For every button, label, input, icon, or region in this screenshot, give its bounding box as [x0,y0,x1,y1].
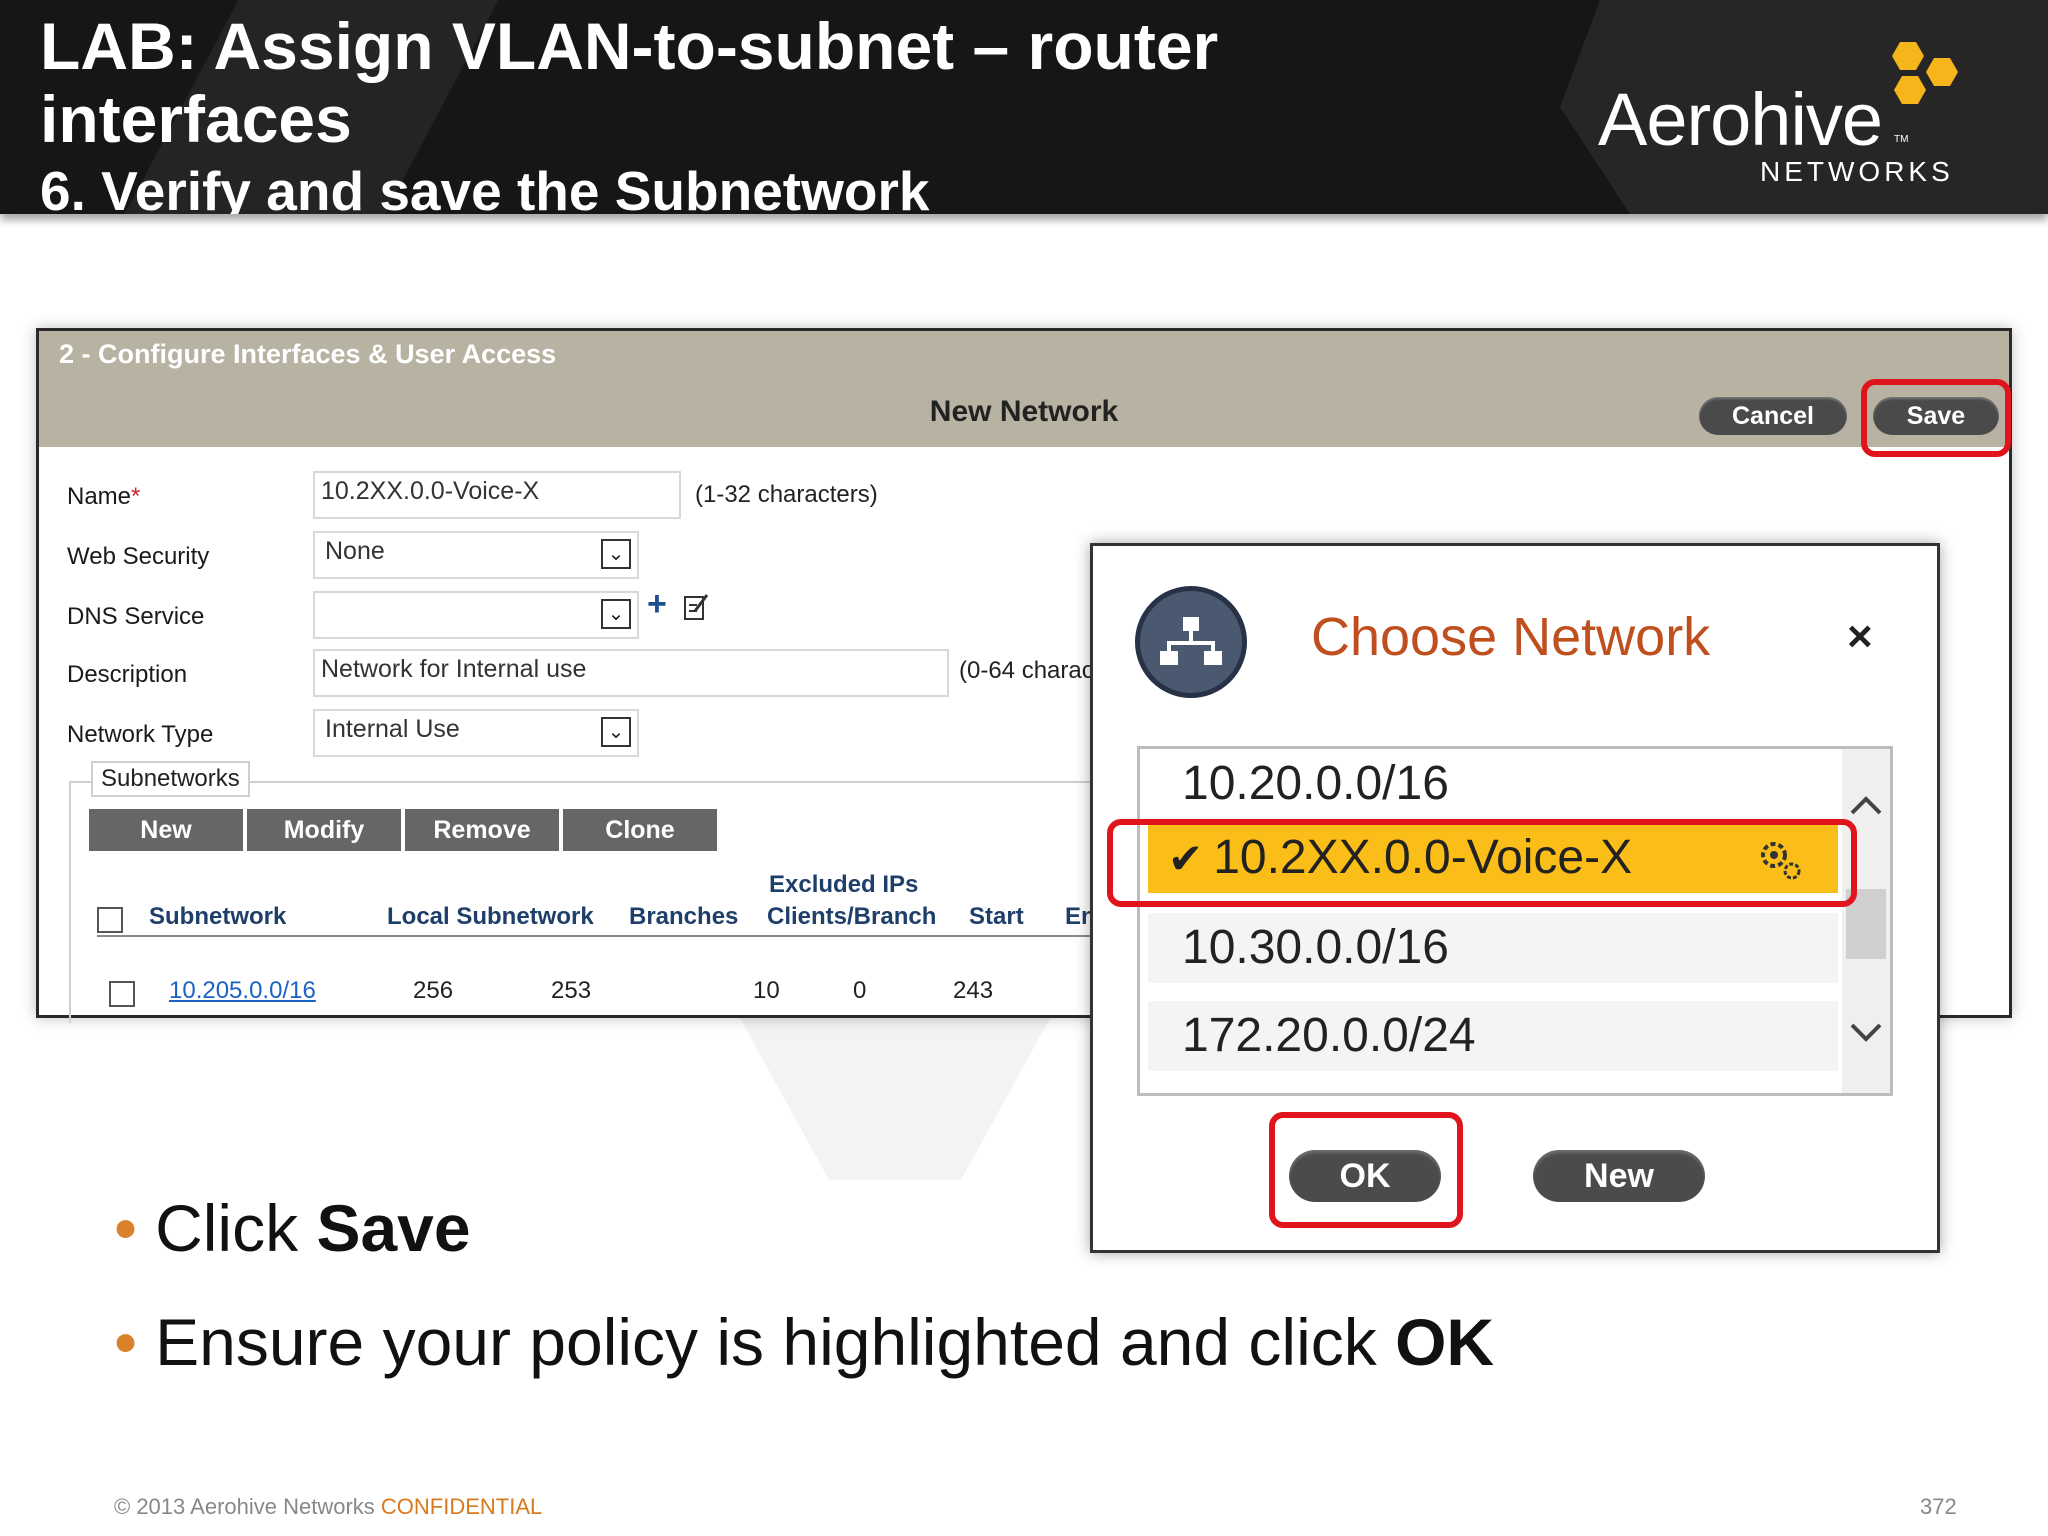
footer-copyright: © 2013 Aerohive Networks CONFIDENTIAL [114,1494,542,1520]
web-security-select[interactable]: None ⌄ [313,531,639,579]
new-network-button[interactable]: New [1533,1150,1705,1202]
window-header: 2 - Configure Interfaces & User Access N… [39,331,2009,447]
col-start[interactable]: Start [969,903,1024,931]
cell-start: 243 [953,977,994,1004]
chevron-down-icon[interactable]: ⌄ [601,539,631,569]
remove-subnetwork-button[interactable]: Remove [405,809,559,851]
dns-service-label: DNS Service [67,603,205,630]
name-label: Name* [67,483,140,511]
col-clients-branch[interactable]: Clients/Branch [767,903,936,931]
aerohive-hex-logo-icon [1892,42,1958,104]
scrollbar[interactable] [1842,749,1890,1093]
cancel-button[interactable]: Cancel [1699,397,1847,435]
network-list[interactable]: 10.20.0.0/16 ✔ 10.2XX.0.0-Voice-X 10.30.0… [1137,746,1893,1096]
clone-subnetwork-button[interactable]: Clone [563,809,717,851]
chevron-down-icon[interactable]: ⌄ [601,599,631,629]
slide-title-line1: LAB: Assign VLAN-to-subnet – router [40,9,1219,83]
bullet-dot: • [114,1305,138,1379]
save-highlight-box [1861,379,2011,457]
list-item[interactable]: 10.30.0.0/16 [1148,913,1838,983]
network-type-value: Internal Use [325,715,460,743]
selection-highlight-box [1107,819,1857,907]
confidential-label: CONFIDENTIAL [380,1494,543,1519]
bullet-save: • Click Save [114,1190,471,1266]
cell-local-subnetwork: 256 [413,977,454,1004]
choose-network-dialog: Choose Network × 10.20.0.0/16 ✔ 10.2XX.0.… [1090,543,1940,1253]
bullet-bold: OK [1395,1305,1495,1379]
bullet-ok: • Ensure your policy is highlighted and c… [114,1304,1494,1380]
logo-networks: NETWORKS [1760,156,1954,187]
list-item[interactable]: 172.20.0.0/24 [1148,1001,1838,1071]
slide-title: LAB: Assign VLAN-to-subnet – router inte… [40,10,1340,156]
slide-subtitle: 6. Verify and save the Subnetwork [40,160,930,214]
col-excluded-ips[interactable]: Excluded IPs [769,871,918,899]
ok-highlight-box [1269,1112,1463,1228]
slide-title-line2: interfaces [40,82,352,156]
description-input[interactable]: Network for Internal use [313,649,949,697]
new-subnetwork-button[interactable]: New [89,809,243,851]
name-input[interactable]: 10.2XX.0.0-Voice-X [313,471,681,519]
close-icon[interactable]: × [1847,612,1873,662]
subnetwork-link[interactable]: 10.205.0.0/16 [169,977,316,1005]
add-icon[interactable]: + [647,585,667,624]
modify-subnetwork-button[interactable]: Modify [247,809,401,851]
edit-icon[interactable] [683,593,709,621]
page-number: 372 [1920,1494,1957,1519]
bullet-dot: • [114,1191,138,1265]
col-subnetwork[interactable]: Subnetwork [149,903,286,931]
bullet-text: Click [155,1191,317,1265]
step-title: 2 - Configure Interfaces & User Access [59,339,557,369]
cell-clients: 0 [853,977,867,1004]
web-security-label: Web Security [67,543,210,570]
chevron-down-icon[interactable]: ⌄ [601,717,631,747]
col-local-subnetwork[interactable]: Local Subnetwork [387,903,594,931]
dialog-title: Choose Network [1311,607,1711,667]
name-label-text: Name [67,483,132,510]
cell-excluded: 10 [753,977,780,1004]
network-type-select[interactable]: Internal Use ⌄ [313,709,639,757]
select-all-checkbox[interactable] [97,907,123,933]
logo-wordmark: Aerohive [1598,78,1883,161]
cell-branches: 253 [551,977,592,1004]
name-hint: (1-32 characters) [695,481,878,508]
web-security-value: None [325,537,385,565]
chevron-up-icon[interactable] [1850,793,1882,817]
description-label: Description [67,661,188,688]
row-checkbox[interactable] [109,981,135,1007]
bullet-text: Ensure your policy is highlighted and cl… [155,1305,1396,1379]
header-divider [97,935,1157,937]
network-icon [1135,586,1247,698]
copyright-text: © 2013 Aerohive Networks [114,1494,381,1519]
list-item[interactable]: 10.20.0.0/16 [1148,749,1838,819]
bullet-bold: Save [316,1191,471,1265]
background-watermark [730,1000,1060,1180]
col-branches[interactable]: Branches [629,903,738,931]
description-hint: (0-64 charac [959,657,1094,684]
logo-trademark: TM [1894,134,1909,145]
chevron-down-icon[interactable] [1850,1021,1882,1045]
subnetworks-tab[interactable]: Subnetworks [91,761,250,797]
dns-service-select[interactable]: ⌄ [313,591,639,639]
network-type-label: Network Type [67,721,214,748]
required-mark: * [131,483,141,510]
slide-header: LAB: Assign VLAN-to-subnet – router inte… [0,0,2048,214]
